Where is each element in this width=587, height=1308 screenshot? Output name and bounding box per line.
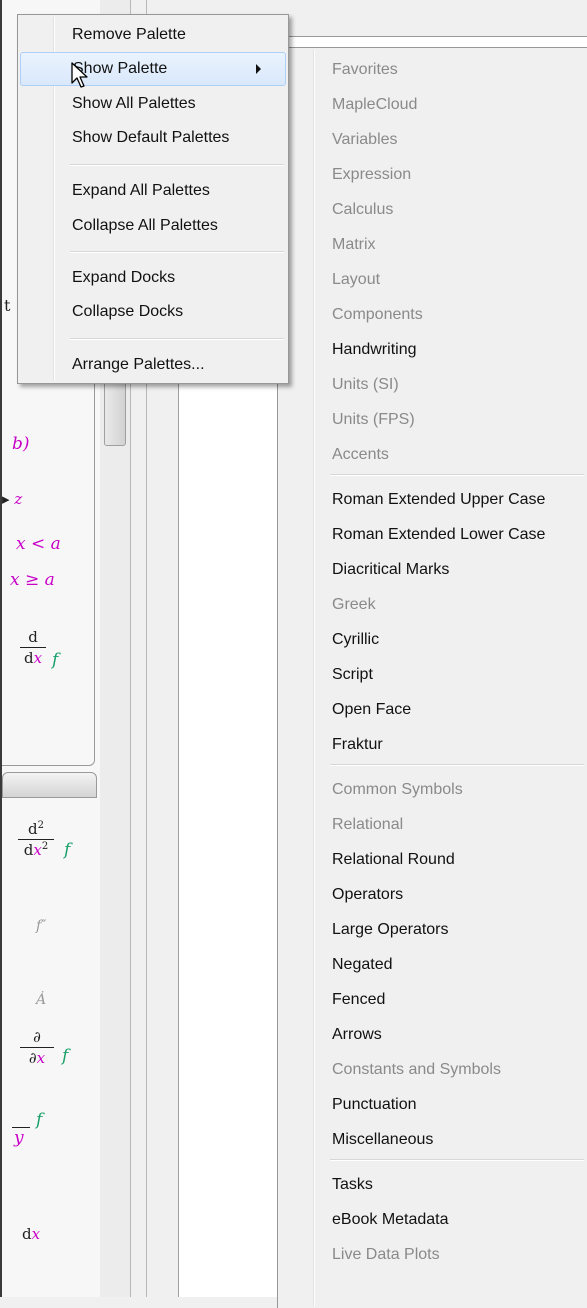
palette-item-derivative[interactable]: d dx	[20, 628, 46, 667]
second-derivative-den: dx2	[24, 841, 48, 859]
palette-item-partial-derivative[interactable]: ∂ ∂x	[20, 1028, 54, 1067]
submenu-item-roman-extended-upper-case[interactable]: Roman Extended Upper Case	[280, 482, 586, 517]
submenu-separator	[330, 764, 584, 766]
submenu-item-handwriting[interactable]: Handwriting	[280, 332, 586, 367]
d2-den-d: d	[23, 841, 34, 859]
palette-context-menu: Remove Palette Show Palette Show All Pal…	[17, 14, 289, 384]
partial-den-x: x	[36, 1049, 46, 1067]
submenu-item-ebook-metadata[interactable]: eBook Metadata	[280, 1202, 586, 1237]
menu-item-arrange-palettes[interactable]: Arrange Palettes...	[20, 348, 286, 382]
submenu-item-arrows[interactable]: Arrows	[280, 1017, 586, 1052]
submenu-item-components[interactable]: Components	[280, 297, 586, 332]
arrow-z-text: z	[14, 490, 23, 508]
submenu-separator	[330, 474, 584, 476]
derivative-numerator: d	[28, 628, 38, 646]
derivative-den-d: d	[23, 649, 34, 667]
submenu-item-diacritical-marks[interactable]: Diacritical Marks	[280, 552, 586, 587]
submenu-item-fenced[interactable]: Fenced	[280, 982, 586, 1017]
palette-item-x-ge-a[interactable]: x ≥ a	[10, 570, 55, 590]
dx-x: x	[31, 1225, 41, 1243]
show-palette-submenu: Favorites MapleCloud Variables Expression Ca…	[277, 47, 587, 1308]
palette-f-4: f	[36, 1110, 43, 1130]
b-paren-text: b)	[12, 434, 30, 454]
menu-item-show-all-palettes[interactable]: Show All Palettes	[20, 87, 286, 121]
menu-separator	[70, 338, 284, 340]
submenu-item-live-data-plots[interactable]: Live Data Plots	[280, 1237, 586, 1272]
menu-item-collapse-all-palettes[interactable]: Collapse All Palettes	[20, 209, 286, 243]
submenu-item-favorites[interactable]: Favorites	[280, 52, 586, 87]
submenu-item-calculus[interactable]: Calculus	[280, 192, 586, 227]
submenu-item-punctuation[interactable]: Punctuation	[280, 1087, 586, 1122]
submenu-item-relational[interactable]: Relational	[280, 807, 586, 842]
submenu-item-constants-and-symbols[interactable]: Constants and Symbols	[280, 1052, 586, 1087]
submenu-arrow-icon	[256, 64, 261, 74]
submenu-item-matrix[interactable]: Matrix	[280, 227, 586, 262]
d2-den-x: x	[33, 841, 42, 859]
submenu-item-relational-round[interactable]: Relational Round	[280, 842, 586, 877]
partial-den-d: ∂	[28, 1049, 37, 1067]
fraction-bar	[20, 647, 46, 648]
menu-separator	[70, 251, 284, 253]
submenu-item-tasks[interactable]: Tasks	[280, 1167, 586, 1202]
menu-separator	[70, 164, 284, 166]
menu-item-expand-docks[interactable]: Expand Docks	[20, 261, 286, 295]
sup-2: 2	[37, 820, 44, 831]
palette-glyph-t: t	[4, 296, 11, 315]
mouse-pointer-icon	[71, 62, 88, 88]
submenu-item-roman-extended-lower-case[interactable]: Roman Extended Lower Case	[280, 517, 586, 552]
submenu-item-common-symbols[interactable]: Common Symbols	[280, 772, 586, 807]
second-derivative-num: d2	[28, 820, 44, 838]
palette-f-1: f	[52, 650, 59, 670]
fraction-bar	[20, 1047, 54, 1048]
palette-item-b-paren[interactable]: b)	[12, 434, 30, 454]
submenu-item-negated[interactable]: Negated	[280, 947, 586, 982]
submenu-item-maplecloud[interactable]: MapleCloud	[280, 87, 586, 122]
submenu-item-open-face[interactable]: Open Face	[280, 692, 586, 727]
submenu-item-layout[interactable]: Layout	[280, 262, 586, 297]
submenu-item-variables[interactable]: Variables	[280, 122, 586, 157]
menu-item-show-palette[interactable]: Show Palette	[20, 52, 286, 86]
menu-item-collapse-docks[interactable]: Collapse Docks	[20, 295, 286, 329]
palette-item-f-double-prime[interactable]: f″	[36, 918, 46, 934]
submenu-item-accents[interactable]: Accents	[280, 437, 586, 472]
submenu-item-units-fps[interactable]: Units (FPS)	[280, 402, 586, 437]
palette-item-dx[interactable]: dx	[22, 1225, 40, 1243]
palette-item-y-bar[interactable]: y	[14, 1128, 24, 1148]
palette-header-bar[interactable]	[2, 772, 97, 798]
arrow-icon: ▸	[2, 490, 15, 508]
palette-item-x-lt-a[interactable]: x < a	[16, 534, 61, 554]
submenu-item-miscellaneous[interactable]: Miscellaneous	[280, 1122, 586, 1157]
submenu-item-large-operators[interactable]: Large Operators	[280, 912, 586, 947]
fraction-bar	[18, 839, 54, 840]
menu-item-remove-palette[interactable]: Remove Palette	[20, 18, 286, 52]
submenu-item-units-si[interactable]: Units (SI)	[280, 367, 586, 402]
submenu-item-operators[interactable]: Operators	[280, 877, 586, 912]
dx-d: d	[22, 1225, 32, 1243]
palette-f-3: f	[62, 1046, 69, 1066]
submenu-separator	[330, 1159, 584, 1161]
submenu-item-greek[interactable]: Greek	[280, 587, 586, 622]
menu-item-expand-all-palettes[interactable]: Expand All Palettes	[20, 174, 286, 208]
submenu-item-cyrillic[interactable]: Cyrillic	[280, 622, 586, 657]
palette-f-2: f	[64, 840, 71, 860]
partial-num: ∂	[33, 1028, 41, 1046]
submenu-item-script[interactable]: Script	[280, 657, 586, 692]
palette-item-arrow-z[interactable]: ▸ z	[2, 490, 22, 508]
palette-item-second-derivative[interactable]: d2 dx2	[18, 820, 54, 859]
submenu-item-expression[interactable]: Expression	[280, 157, 586, 192]
submenu-item-fraktur[interactable]: Fraktur	[280, 727, 586, 762]
menu-item-show-default-palettes[interactable]: Show Default Palettes	[20, 121, 286, 155]
sup-2b: 2	[41, 841, 49, 852]
d2-num-d: d	[28, 820, 38, 838]
derivative-den-x: x	[33, 649, 43, 667]
palette-item-a-dot[interactable]: Ȧ	[36, 992, 46, 1008]
